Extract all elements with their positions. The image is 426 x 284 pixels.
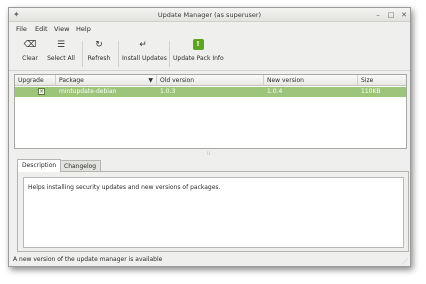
- old-version-value: 1.0.3: [160, 88, 176, 95]
- select-all-button[interactable]: ☰ Select All: [45, 39, 77, 62]
- sort-descending-icon: ▼: [148, 77, 153, 84]
- description-panel: Helps installing security updates and ne…: [17, 171, 409, 252]
- refresh-label: Refresh: [87, 55, 111, 62]
- menu-help[interactable]: Help: [76, 25, 91, 33]
- column-package-label: Package: [59, 77, 84, 84]
- column-new-version[interactable]: New version: [264, 75, 358, 86]
- minimize-button[interactable]: –: [373, 10, 383, 20]
- resize-grip-icon[interactable]: ⋰: [402, 258, 408, 265]
- install-icon: ↵: [139, 40, 147, 50]
- table-header: Upgrade Package ▼ Old version New versio…: [15, 75, 406, 86]
- menu-file[interactable]: File: [16, 25, 27, 33]
- toolbar-separator: [118, 41, 119, 67]
- clear-label: Clear: [22, 55, 38, 62]
- tab-changelog[interactable]: Changelog: [59, 160, 102, 171]
- toolbar-separator: [82, 41, 83, 67]
- table-row[interactable]: × mintupdate-debian 1.0.3 1.0.4 110KB: [15, 87, 406, 97]
- column-old-version[interactable]: Old version: [157, 75, 264, 86]
- select-all-icon: ☰: [56, 40, 66, 50]
- clear-button[interactable]: ⌫ Clear: [17, 39, 43, 62]
- title-bar[interactable]: ✦ Update Manager (as superuser) – □ ✕: [9, 8, 410, 22]
- install-updates-button[interactable]: ↵ Install Updates: [122, 39, 167, 62]
- toolbar-separator: [169, 41, 170, 67]
- column-size[interactable]: Size: [358, 75, 408, 86]
- menu-bar: File Edit View Help: [9, 23, 410, 34]
- close-button[interactable]: ✕: [399, 10, 409, 20]
- update-pack-icon: !: [192, 39, 204, 50]
- clear-icon: ⌫: [23, 40, 37, 50]
- tab-description[interactable]: Description: [17, 159, 62, 172]
- package-name: mintupdate-debian: [59, 88, 117, 95]
- column-package[interactable]: Package ▼: [56, 75, 157, 86]
- install-updates-label: Install Updates: [122, 55, 167, 62]
- menu-view[interactable]: View: [54, 25, 69, 33]
- menu-edit[interactable]: Edit: [35, 25, 48, 33]
- upgrade-checkbox[interactable]: ×: [38, 88, 45, 95]
- updates-table: Upgrade Package ▼ Old version New versio…: [14, 74, 407, 149]
- column-upgrade[interactable]: Upgrade: [15, 75, 56, 86]
- select-all-label: Select All: [47, 55, 75, 62]
- maximize-button[interactable]: □: [386, 10, 396, 20]
- update-pack-info-label: Update Pack Info: [173, 55, 224, 62]
- refresh-button[interactable]: ↻ Refresh: [85, 39, 113, 62]
- status-bar-text: A new version of the update manager is a…: [13, 256, 163, 263]
- toolbar: ⌫ Clear ☰ Select All ↻ Refresh ↵ Install…: [9, 35, 410, 71]
- size-value: 110KB: [361, 88, 381, 95]
- new-version-value: 1.0.4: [267, 88, 283, 95]
- pane-divider-handle[interactable]: ⁞⁞: [207, 151, 210, 157]
- update-manager-window: ✦ Update Manager (as superuser) – □ ✕ Fi…: [8, 7, 411, 267]
- description-text: Helps installing security updates and ne…: [23, 177, 404, 248]
- refresh-icon: ↻: [95, 40, 103, 50]
- window-title: Update Manager (as superuser): [157, 11, 262, 19]
- update-pack-info-button[interactable]: ! Update Pack Info: [173, 39, 224, 62]
